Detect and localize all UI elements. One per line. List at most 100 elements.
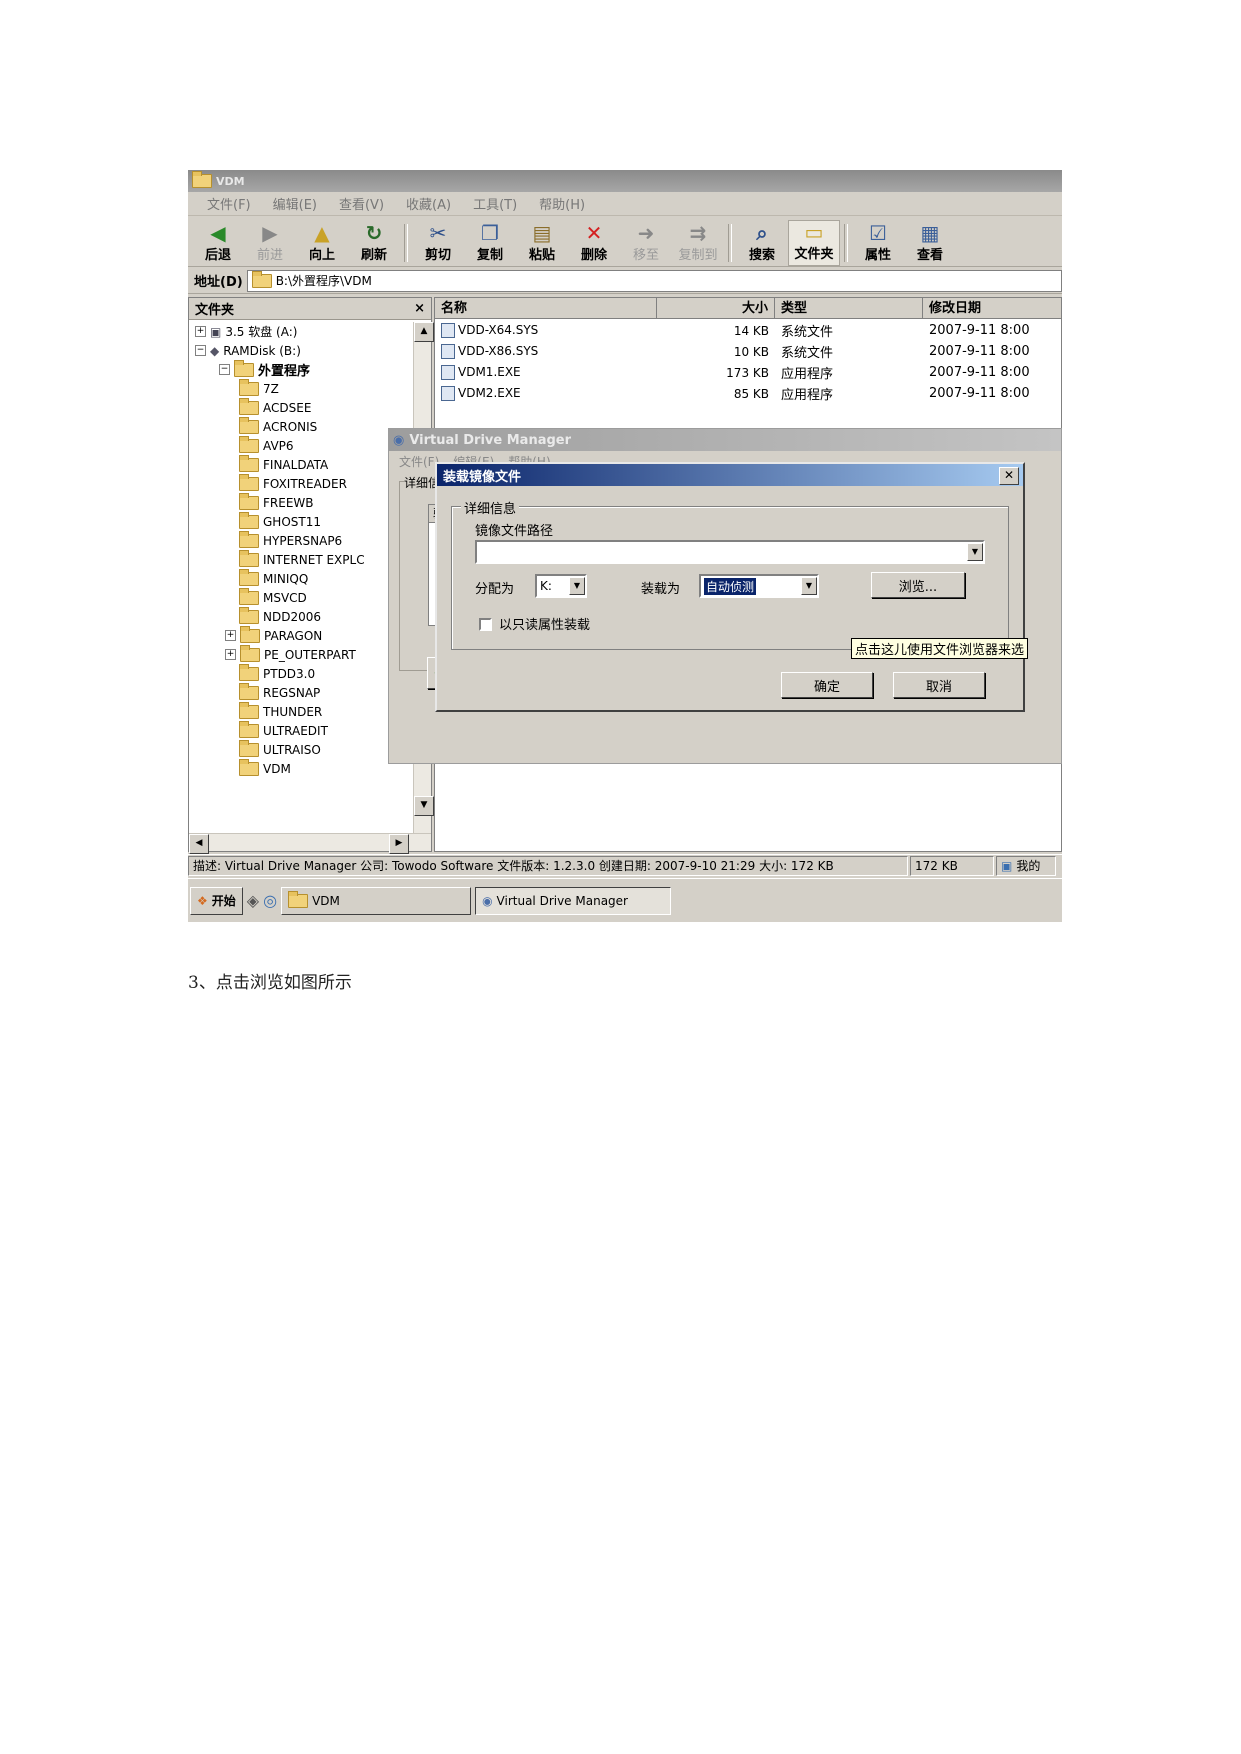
menu-favorites[interactable]: 收藏(A) — [395, 194, 462, 213]
tree-item[interactable]: THUNDER — [189, 701, 411, 721]
tree-item[interactable]: NDD2006 — [189, 606, 411, 626]
ok-button[interactable]: 确定 — [781, 672, 873, 698]
taskbar: ❖ 开始 ◈ ◎ VDM ◉ Virtual Drive Manager — [188, 878, 1062, 922]
caption-text: 3、点击浏览如图所示 — [188, 973, 352, 993]
tree-item[interactable]: PTDD3.0 — [189, 663, 411, 683]
paste-button[interactable]: ▤ 粘贴 — [516, 220, 568, 266]
tree-item[interactable]: VDM — [189, 758, 411, 778]
browser-icon[interactable]: ◎ — [263, 891, 277, 910]
task-virtual-drive-manager[interactable]: ◉ Virtual Drive Manager — [475, 886, 672, 915]
collapse-icon[interactable]: − — [219, 364, 230, 375]
back-arrow-icon: ◀ — [210, 221, 226, 245]
tree-item[interactable]: REGSNAP — [189, 682, 411, 702]
readonly-checkbox[interactable] — [479, 618, 492, 631]
menu-help[interactable]: 帮助(H) — [528, 194, 596, 213]
image-path-combo[interactable]: ▼ — [475, 540, 985, 564]
column-modified[interactable]: 修改日期 — [923, 298, 1061, 319]
cancel-button[interactable]: 取消 — [893, 672, 985, 698]
vdm-menu-file[interactable]: 文件(F) — [399, 453, 439, 470]
folder-icon — [239, 568, 259, 586]
tree-item-drive-a[interactable]: + ▣ 3.5 软盘 (A:) — [189, 322, 411, 341]
chevron-down-icon[interactable]: ▼ — [967, 543, 983, 561]
dialog-title: 装载镜像文件 — [443, 469, 522, 485]
drive-letter-select[interactable]: K: ▼ — [535, 574, 587, 598]
copy-to-button[interactable]: ⇉ 复制到 — [672, 220, 724, 266]
back-button[interactable]: ◀ 后退 — [192, 220, 244, 266]
file-type: 系统文件 — [775, 321, 923, 340]
file-name-text: VDD-X64.SYS — [458, 323, 539, 337]
tree-horizontal-scrollbar[interactable]: ◀ ▶ — [189, 833, 431, 854]
up-button[interactable]: ▲ 向上 — [296, 220, 348, 266]
scroll-down-icon[interactable]: ▼ — [414, 796, 434, 816]
menu-edit[interactable]: 编辑(E) — [262, 194, 328, 213]
tree-item-drive-b[interactable]: − ◆ RAMDisk (B:) — [189, 341, 411, 360]
folders-button[interactable]: ▭ 文件夹 — [788, 220, 840, 266]
load-as-select[interactable]: 自动侦测 ▼ — [699, 574, 819, 598]
column-name[interactable]: 名称 — [435, 298, 657, 319]
file-row[interactable]: VDM1.EXE 173 KB 应用程序 2007-9-11 8:00 — [435, 362, 1061, 383]
tree-item[interactable]: FOXITREADER — [189, 473, 411, 493]
scroll-right-icon[interactable]: ▶ — [389, 834, 409, 854]
vdm-window-title: Virtual Drive Manager — [409, 432, 572, 448]
tree-item-parent[interactable]: − 外置程序 — [189, 359, 411, 379]
move-to-button[interactable]: ➜ 移至 — [620, 220, 672, 266]
cut-button[interactable]: ✂ 剪切 — [412, 220, 464, 266]
delete-button[interactable]: ✕ 删除 — [568, 220, 620, 266]
scroll-up-icon[interactable]: ▲ — [414, 322, 434, 342]
file-row[interactable]: VDD-X86.SYS 10 KB 系统文件 2007-9-11 8:00 — [435, 341, 1061, 362]
tree-item[interactable]: 7Z — [189, 378, 411, 398]
collapse-icon[interactable]: − — [195, 345, 206, 356]
refresh-button[interactable]: ↻ 刷新 — [348, 220, 400, 266]
tree-item[interactable]: HYPERSNAP6 — [189, 530, 411, 550]
scroll-left-icon[interactable]: ◀ — [189, 834, 209, 854]
menu-view[interactable]: 查看(V) — [328, 194, 395, 213]
column-type[interactable]: 类型 — [775, 298, 923, 319]
tree-item[interactable]: MINIQQ — [189, 568, 411, 588]
forward-button[interactable]: ▶ 前进 — [244, 220, 296, 266]
file-size-text: 14 KB — [733, 323, 769, 338]
expand-icon[interactable]: + — [195, 326, 206, 337]
expand-icon[interactable]: + — [225, 630, 236, 641]
tree-item[interactable]: ULTRAEDIT — [189, 720, 411, 740]
expand-icon[interactable]: + — [225, 649, 236, 660]
file-type: 应用程序 — [775, 363, 923, 382]
browse-tooltip: 点击这儿使用文件浏览器来选 — [851, 638, 1029, 659]
tree-item[interactable]: ACDSEE — [189, 397, 411, 417]
browse-button[interactable]: 浏览... — [871, 572, 965, 598]
tree-item[interactable]: FREEWB — [189, 492, 411, 512]
refresh-label: 刷新 — [360, 248, 387, 263]
copy-button[interactable]: ❐ 复制 — [464, 220, 516, 266]
folder-icon — [239, 492, 259, 510]
tree-item[interactable]: ACRONIS — [189, 416, 411, 436]
status-size: 172 KB — [910, 855, 994, 876]
menu-file[interactable]: 文件(F) — [196, 194, 262, 213]
tree-item[interactable]: FINALDATA — [189, 454, 411, 474]
file-list-rows: VDD-X64.SYS 14 KB 系统文件 2007-9-11 8:00 VDD-X8… — [435, 320, 1061, 404]
close-icon[interactable]: × — [414, 301, 425, 316]
column-size[interactable]: 大小 — [657, 298, 775, 319]
tree-item[interactable]: AVP6 — [189, 435, 411, 455]
close-icon[interactable]: ✕ — [999, 467, 1019, 485]
chevron-down-icon[interactable]: ▼ — [801, 577, 817, 595]
tree-item[interactable]: MSVCD — [189, 587, 411, 607]
desktop-icon[interactable]: ◈ — [247, 891, 259, 910]
properties-button[interactable]: ☑ 属性 — [852, 220, 904, 266]
file-row[interactable]: VDD-X64.SYS 14 KB 系统文件 2007-9-11 8:00 — [435, 320, 1061, 341]
address-input[interactable]: B:\外置程序\VDM — [246, 269, 1062, 292]
start-button[interactable]: ❖ 开始 — [190, 886, 243, 915]
file-size: 10 KB — [657, 345, 775, 359]
tree-item[interactable]: ULTRAISO — [189, 739, 411, 759]
folder-icon — [239, 720, 259, 738]
folder-icon — [239, 758, 259, 776]
search-button[interactable]: ⌕ 搜索 — [736, 220, 788, 266]
tree-item[interactable]: GHOST11 — [189, 511, 411, 531]
menu-tools[interactable]: 工具(T) — [462, 194, 528, 213]
file-row[interactable]: VDM2.EXE 85 KB 应用程序 2007-9-11 8:00 — [435, 383, 1061, 404]
tree-item[interactable]: INTERNET EXPLC — [189, 549, 411, 569]
chevron-down-icon[interactable]: ▼ — [569, 577, 585, 595]
folder-icon — [239, 682, 259, 700]
tree-item[interactable]: + PARAGON — [189, 625, 411, 645]
tree-item[interactable]: + PE_OUTERPART — [189, 644, 411, 664]
task-vdm[interactable]: VDM — [281, 886, 472, 915]
view-button[interactable]: ▦ 查看 — [904, 220, 956, 266]
